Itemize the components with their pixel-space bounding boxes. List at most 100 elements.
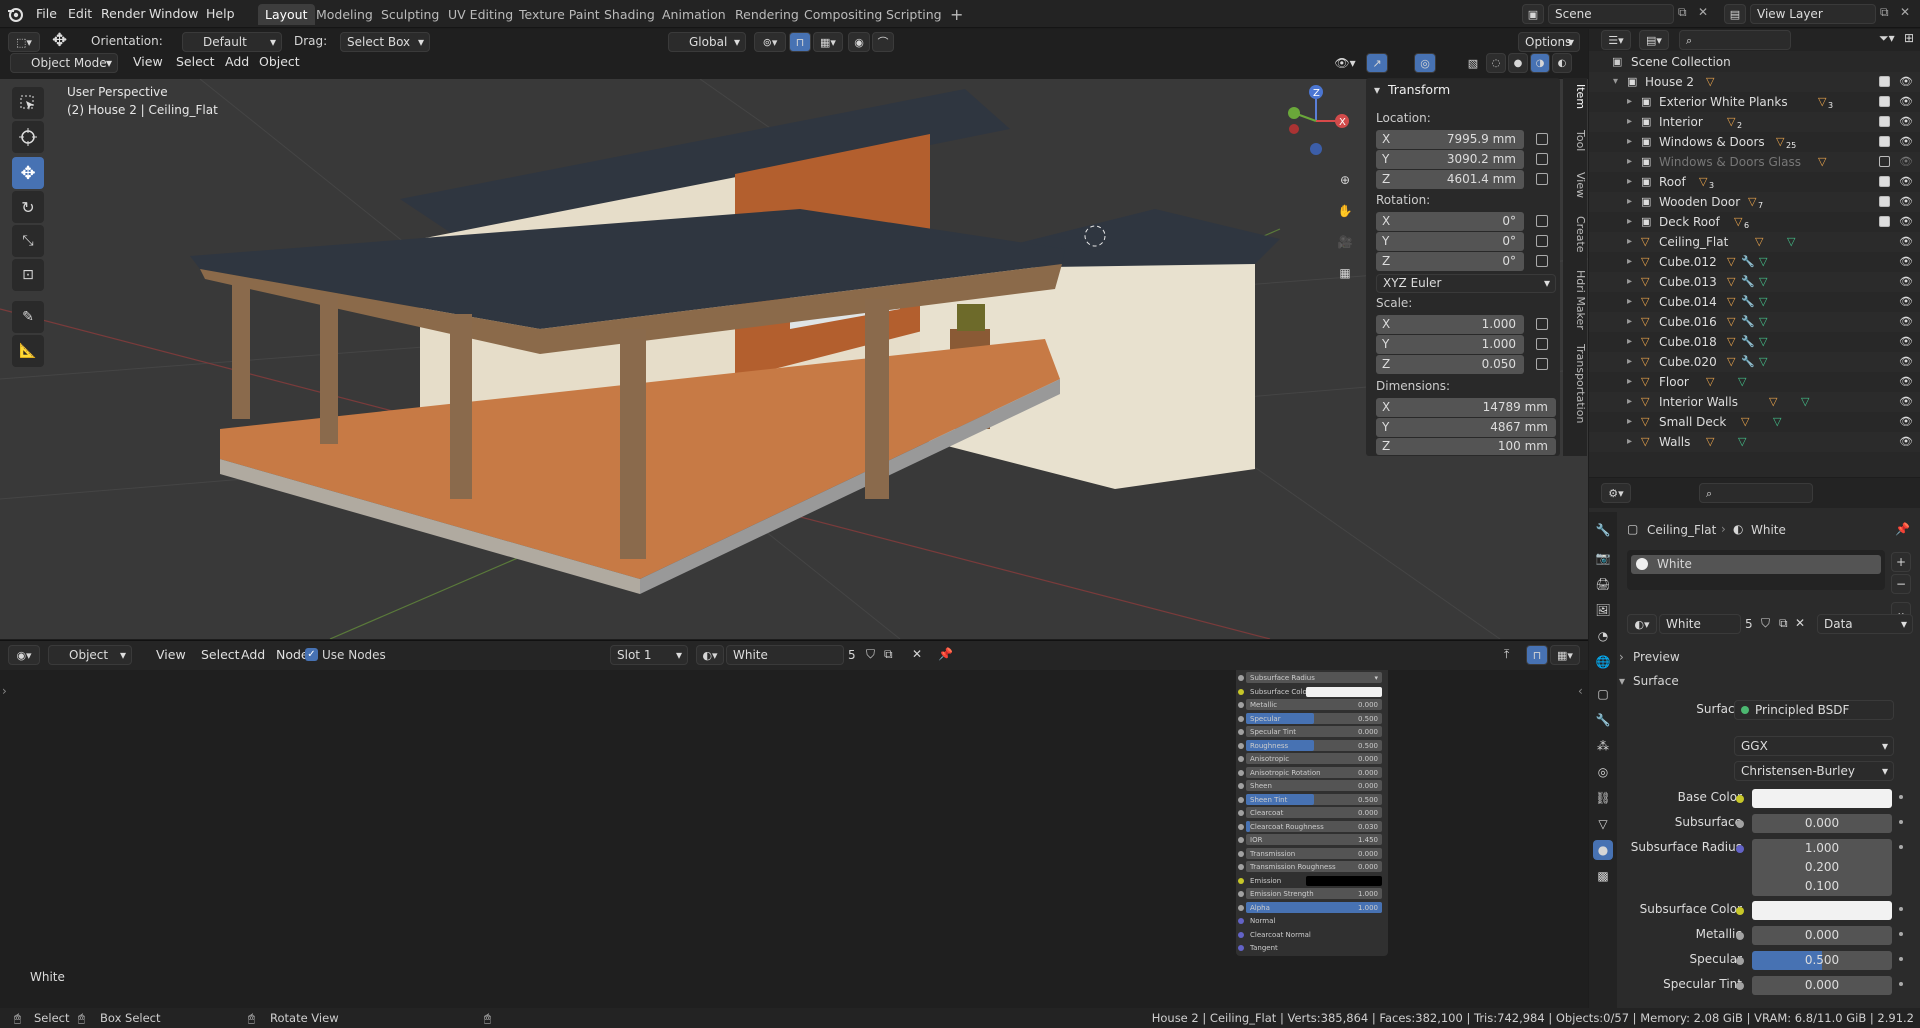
vector-component-field[interactable]: 0.200 bbox=[1752, 858, 1892, 877]
chevron-right-icon[interactable]: ▸ bbox=[1627, 92, 1632, 112]
exclude-checkbox[interactable] bbox=[1879, 176, 1890, 187]
fake-user-icon[interactable]: ⛉ bbox=[1761, 616, 1770, 631]
eye-icon[interactable]: 👁 bbox=[1899, 312, 1913, 332]
sidebar-tab-view[interactable]: View bbox=[1563, 172, 1587, 198]
outliner-row[interactable]: ▸▣Interior▽2▽👁 bbox=[1589, 112, 1920, 132]
menu-file[interactable]: File bbox=[30, 3, 63, 25]
scene-tab-icon[interactable]: ◔ bbox=[1593, 626, 1613, 646]
node-menu-add[interactable]: Add bbox=[235, 644, 271, 666]
modifier-tab-icon[interactable]: 🔧 bbox=[1593, 710, 1613, 730]
rotate-tool-icon[interactable]: ↻ bbox=[12, 191, 44, 223]
input-socket-icon[interactable] bbox=[1238, 729, 1244, 735]
sidebar-tab-tool[interactable]: Tool bbox=[1563, 130, 1587, 151]
tab-sculpting[interactable]: Sculpting bbox=[374, 4, 446, 25]
tab-scripting[interactable]: Scripting bbox=[879, 4, 949, 25]
node-snap-icon[interactable]: ⊓ bbox=[1526, 645, 1548, 665]
scene-field[interactable]: Scene bbox=[1548, 4, 1674, 24]
falloff-icon[interactable]: ⌒ bbox=[872, 32, 894, 52]
gizmo-toggle-icon[interactable]: ↗ bbox=[1366, 53, 1388, 73]
eye-icon[interactable]: 👁 bbox=[1899, 272, 1913, 292]
lock-icon[interactable] bbox=[1536, 255, 1548, 267]
sidebar-tab-create[interactable]: Create bbox=[1563, 216, 1587, 253]
lock-icon[interactable] bbox=[1536, 215, 1548, 227]
sidebar-tab-item[interactable]: Item bbox=[1563, 84, 1587, 109]
outliner-row[interactable]: ▸ ▽ Cube.020 ▽ 🔧 ▽ 👁 bbox=[1589, 352, 1920, 372]
value-field[interactable]: 0.500 bbox=[1752, 951, 1892, 970]
delete-scene-icon[interactable]: ✕ bbox=[1698, 5, 1708, 19]
input-socket-icon[interactable] bbox=[1238, 945, 1244, 951]
transform-tool-icon[interactable]: ⊡ bbox=[12, 259, 44, 291]
lock-icon[interactable] bbox=[1536, 338, 1548, 350]
tab-compositing[interactable]: Compositing bbox=[797, 4, 889, 25]
menu-help[interactable]: Help bbox=[200, 3, 241, 25]
lock-icon[interactable] bbox=[1536, 235, 1548, 247]
blender-logo-icon[interactable] bbox=[6, 5, 24, 23]
value-field[interactable]: 0.000 bbox=[1752, 976, 1892, 995]
eye-icon[interactable]: 👁 bbox=[1899, 132, 1913, 152]
dimensions-z-field[interactable]: Z 100 mm bbox=[1376, 438, 1556, 455]
outliner-row[interactable]: ▸ ▽ Small Deck ▽ ▽ 👁 bbox=[1589, 412, 1920, 432]
pan-hand-icon[interactable]: ✋ bbox=[1333, 199, 1357, 223]
node-input-row[interactable]: Clearcoat Normal bbox=[1238, 929, 1382, 941]
node-input-row[interactable]: Transmission 0.000 bbox=[1238, 847, 1382, 860]
expand-toolbar-icon[interactable]: › bbox=[2, 684, 7, 698]
rotation-y-field[interactable]: Y 0° bbox=[1376, 232, 1524, 251]
distribution-dropdown[interactable]: GGX ▾ bbox=[1734, 736, 1894, 756]
outliner-search-input[interactable]: ⌕ bbox=[1679, 30, 1791, 50]
chevron-right-icon[interactable]: ▸ bbox=[1627, 252, 1632, 272]
keyframe-dot-icon[interactable] bbox=[1899, 957, 1903, 961]
location-z-field[interactable]: Z 4601.4 mm bbox=[1376, 170, 1524, 189]
input-socket-icon[interactable] bbox=[1736, 907, 1744, 915]
surface-panel-header[interactable]: Surface bbox=[1633, 674, 1679, 688]
snap-target-icon[interactable]: ▦▾ bbox=[813, 32, 843, 52]
exclude-checkbox[interactable] bbox=[1879, 156, 1890, 167]
outliner-row[interactable]: ▸▣Windows & Doors Glass▽▽👁 bbox=[1589, 152, 1920, 172]
object-tab-icon[interactable]: ▢ bbox=[1593, 684, 1613, 704]
input-socket-icon[interactable] bbox=[1238, 918, 1244, 924]
input-socket-icon[interactable] bbox=[1736, 957, 1744, 965]
chevron-right-icon[interactable]: ▸ bbox=[1627, 112, 1632, 132]
xray-toggle-icon[interactable]: ▧ bbox=[1462, 53, 1484, 73]
viewport-menu-object[interactable]: Object bbox=[253, 51, 306, 73]
tool-tab-icon[interactable]: 🔧 bbox=[1593, 520, 1613, 540]
outliner-row[interactable]: ▸▣Windows & Doors▽25▽👁 bbox=[1589, 132, 1920, 152]
outliner-row-scene-collection[interactable]: ▣ Scene Collection bbox=[1589, 52, 1920, 72]
duplicate-material-icon[interactable]: ⧉ bbox=[884, 647, 893, 662]
node-input-row[interactable]: Emission bbox=[1238, 875, 1382, 887]
outliner-row[interactable]: ▾▣House 2▽▽👁 bbox=[1589, 72, 1920, 92]
value-field[interactable]: 0.000 bbox=[1752, 814, 1892, 833]
principled-bsdf-node[interactable]: Subsurface Radius ▾ Subsurface Color Metall… bbox=[1236, 670, 1388, 956]
node-input-row[interactable]: Subsurface Color bbox=[1238, 686, 1382, 698]
unlink-material-icon[interactable]: ✕ bbox=[912, 647, 922, 661]
remove-slot-icon[interactable]: − bbox=[1891, 574, 1911, 594]
outliner-row[interactable]: ▸ ▽ Floor ▽ ▽ 👁 bbox=[1589, 372, 1920, 392]
transform-header[interactable]: Transform bbox=[1388, 82, 1450, 97]
lock-icon[interactable] bbox=[1536, 173, 1548, 185]
input-socket-icon[interactable] bbox=[1736, 982, 1744, 990]
outliner-row[interactable]: ▸ ▽ Cube.012 ▽ 🔧 ▽ 👁 bbox=[1589, 252, 1920, 272]
node-input-row[interactable]: Subsurface Radius ▾ bbox=[1238, 672, 1382, 684]
display-mode-icon[interactable]: ▤▾ bbox=[1639, 30, 1669, 50]
scale-z-field[interactable]: Z 0.050 bbox=[1376, 355, 1524, 374]
chevron-right-icon[interactable]: ▸ bbox=[1627, 172, 1632, 192]
location-y-field[interactable]: Y 3090.2 mm bbox=[1376, 150, 1524, 169]
node-input-row[interactable]: Emission Strength 1.000 bbox=[1238, 888, 1382, 900]
node-input-row[interactable]: Sheen Tint 0.500 bbox=[1238, 793, 1382, 806]
tab-layout[interactable]: Layout bbox=[258, 4, 315, 25]
eye-icon[interactable]: 👁 bbox=[1899, 252, 1913, 272]
visibility-icon[interactable]: 👁▾ bbox=[1330, 53, 1360, 73]
chevron-right-icon[interactable]: ▸ bbox=[1627, 132, 1632, 152]
scene-selector-icon[interactable]: ▣ bbox=[1522, 4, 1544, 24]
lock-icon[interactable] bbox=[1536, 153, 1548, 165]
eye-icon[interactable]: 👁 bbox=[1899, 152, 1913, 172]
physics-tab-icon[interactable]: ◎ bbox=[1593, 762, 1613, 782]
outliner-row[interactable]: ▸▣Wooden Door▽7▽👁 bbox=[1589, 192, 1920, 212]
outliner-row[interactable]: ▸ ▽ Cube.014 ▽ 🔧 ▽ 👁 bbox=[1589, 292, 1920, 312]
input-socket-icon[interactable] bbox=[1238, 675, 1244, 681]
chevron-down-icon[interactable]: ▾ bbox=[1374, 83, 1380, 97]
outliner-row[interactable]: ▸▣Exterior White Planks▽3▽👁 bbox=[1589, 92, 1920, 112]
chevron-right-icon[interactable]: ▸ bbox=[1627, 292, 1632, 312]
outliner-row[interactable]: ▸ ▽ Cube.013 ▽ 🔧 ▽ 👁 bbox=[1589, 272, 1920, 292]
scale-y-field[interactable]: Y 1.000 bbox=[1376, 335, 1524, 354]
outliner-row[interactable]: ▸▣Deck Roof▽6▽👁 bbox=[1589, 212, 1920, 232]
